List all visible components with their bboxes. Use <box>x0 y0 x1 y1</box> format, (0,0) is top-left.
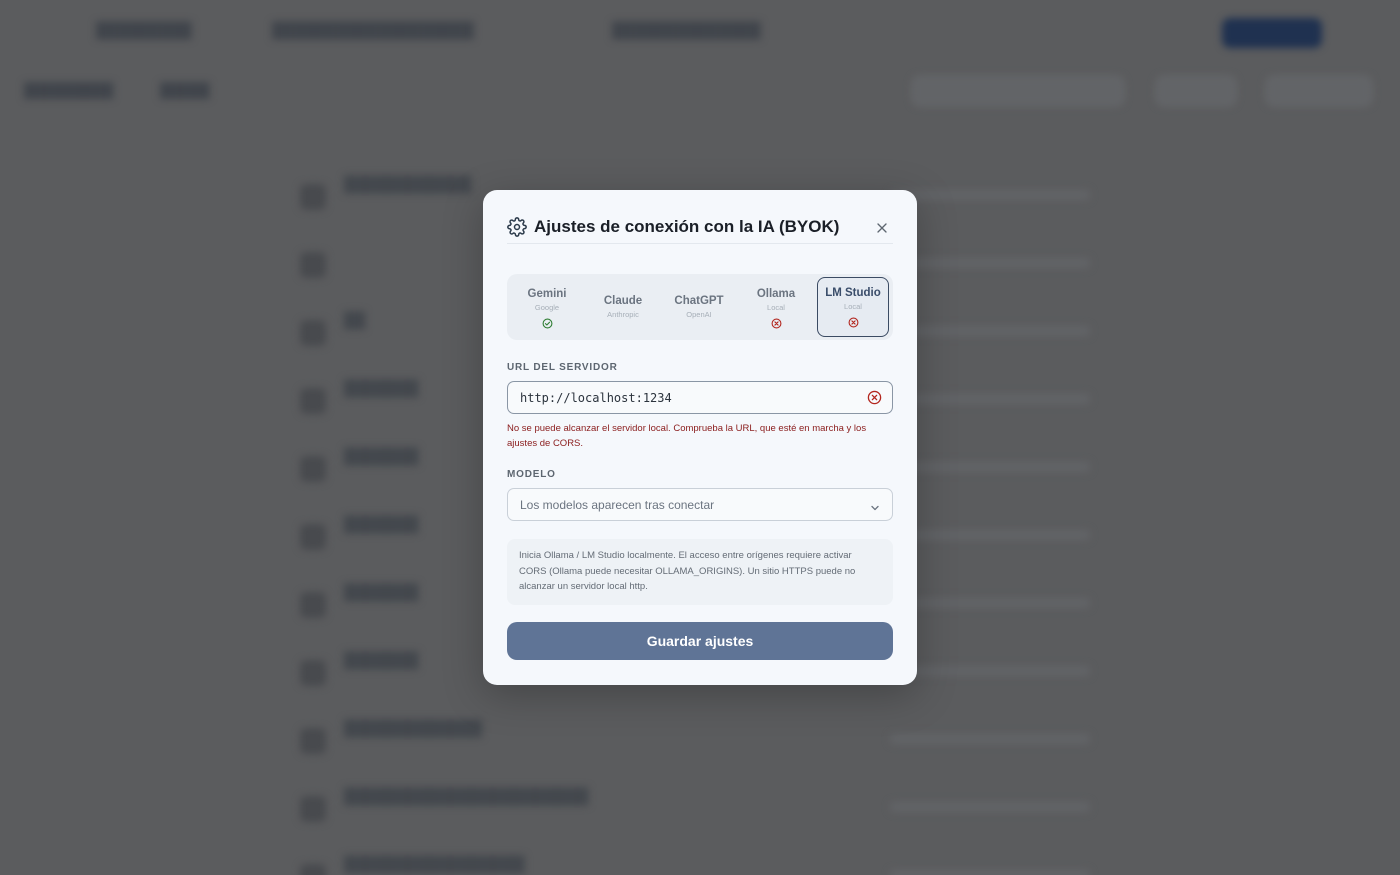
tab-chatgpt[interactable]: ChatGPT OpenAI <box>663 277 735 337</box>
background-list-item: █████████████ <box>300 714 1100 774</box>
background-avatar <box>300 320 326 346</box>
tab-provider: Anthropic <box>607 310 639 319</box>
background-nav-link: ███████████████████ <box>272 22 474 39</box>
chevron-down-icon <box>870 500 880 511</box>
tab-lm-studio[interactable]: LM Studio Local <box>817 277 889 337</box>
background-filter-pill <box>1266 76 1372 106</box>
tab-name: Ollama <box>756 288 796 300</box>
background-item-meta <box>890 598 1090 608</box>
background-breadcrumb: █████████ <box>24 82 114 98</box>
background-nav-link: ██████████████ <box>612 22 761 39</box>
save-settings-button[interactable]: Guardar ajustes <box>507 622 893 660</box>
model-label: MODELO <box>507 469 556 480</box>
background-item-meta <box>890 394 1090 404</box>
server-url-field <box>507 381 893 414</box>
background-avatar <box>300 184 326 210</box>
background-cta-button <box>1222 18 1322 48</box>
tab-provider: Google <box>534 303 560 312</box>
background-item-title: ██ <box>344 312 366 329</box>
tab-claude[interactable]: Claude Anthropic <box>587 277 659 337</box>
tab-provider: Local <box>767 303 785 312</box>
background-breadcrumb: █████ <box>160 82 210 98</box>
tab-provider: OpenAI <box>686 310 712 319</box>
modal-header: Ajustes de conexión con la IA (BYOK) <box>507 212 893 244</box>
background-avatar <box>300 592 326 618</box>
background-avatar <box>300 864 326 875</box>
background-item-title: ███████████████████████ <box>344 788 589 805</box>
x-circle-icon <box>771 316 782 329</box>
gear-icon <box>507 217 527 237</box>
background-top-nav: █████████ ███████████████████ ██████████… <box>0 14 1400 54</box>
close-icon[interactable] <box>871 217 893 239</box>
url-label: URL DEL SERVIDOR <box>507 362 618 373</box>
tab-name: ChatGPT <box>674 295 724 307</box>
background-item-title: ████████████ <box>344 176 472 193</box>
background-avatar <box>300 796 326 822</box>
tab-gemini[interactable]: Gemini Google <box>511 277 583 337</box>
background-avatar <box>300 660 326 686</box>
tab-ollama[interactable]: Ollama Local <box>740 277 812 337</box>
background-item-title: █████████████████ <box>344 856 525 873</box>
background-item-meta <box>890 462 1090 472</box>
background-item-title: █████████████ <box>344 720 483 737</box>
background-item-title: ███████ <box>344 652 419 669</box>
background-list-item: ███████████████████████ <box>300 782 1100 842</box>
background-avatar <box>300 252 326 278</box>
server-url-input[interactable] <box>520 382 850 413</box>
tab-name: Gemini <box>527 288 567 300</box>
background-item-meta <box>890 530 1090 540</box>
background-avatar <box>300 456 326 482</box>
background-avatar <box>300 524 326 550</box>
background-item-meta <box>890 326 1090 336</box>
background-list-item: █████████████████ <box>300 850 1100 875</box>
modal-title: Ajustes de conexión con la IA (BYOK) <box>534 217 840 236</box>
tab-provider: Local <box>844 302 862 311</box>
background-filter-pill <box>1156 76 1236 106</box>
background-item-meta <box>890 666 1090 676</box>
background-item-title: ███████ <box>344 584 419 601</box>
background-item-title: ███████ <box>344 448 419 465</box>
ai-connection-settings-modal: Ajustes de conexión con la IA (BYOK) Gem… <box>483 190 917 685</box>
model-select[interactable]: Los modelos aparecen tras conectar <box>507 488 893 521</box>
background-nav-link: █████████ <box>96 22 192 39</box>
background-item-meta <box>890 734 1090 744</box>
background-filter-pill <box>912 76 1124 106</box>
background-sub-nav: █████████ █████ <box>0 76 1400 106</box>
info-note: Inicia Ollama / LM Studio localmente. El… <box>507 539 893 605</box>
x-circle-icon <box>848 315 859 328</box>
provider-tabs: Gemini Google Claude Anthropic ChatGPT O… <box>507 274 893 340</box>
tab-name: Claude <box>603 295 643 307</box>
tab-name: LM Studio <box>825 287 881 299</box>
background-avatar <box>300 388 326 414</box>
error-circle-icon <box>867 390 882 405</box>
background-item-title: ███████ <box>344 516 419 533</box>
model-select-value: Los modelos aparecen tras conectar <box>520 498 715 512</box>
background-item-meta <box>890 870 1090 875</box>
check-circle-icon <box>542 316 553 329</box>
background-item-meta <box>890 258 1090 268</box>
background-avatar <box>300 728 326 754</box>
background-item-title: ███████ <box>344 380 419 397</box>
background-item-meta <box>890 802 1090 812</box>
url-error-message: No se puede alcanzar el servidor local. … <box>507 423 867 449</box>
background-item-meta <box>890 190 1090 200</box>
